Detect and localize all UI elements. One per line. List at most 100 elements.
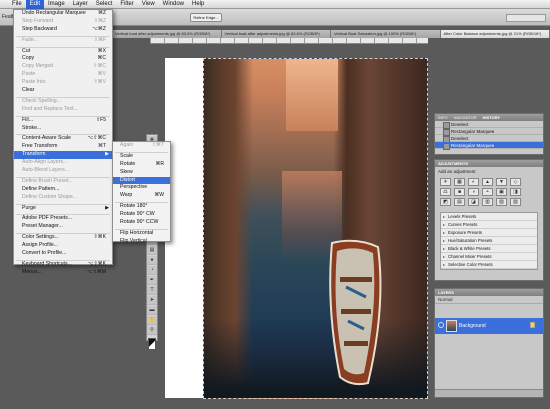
edit-menu-item-assign-profile[interactable]: Assign Profile... <box>14 242 112 250</box>
adjustment-icon[interactable]: ▤ <box>454 198 465 206</box>
adjustment-icon[interactable]: ◑ <box>468 188 479 196</box>
menu-view[interactable]: View <box>138 0 159 9</box>
adjustment-icon[interactable]: ▦ <box>454 178 465 186</box>
layer-name: Background <box>459 323 486 329</box>
adjustment-icon[interactable]: ◐ <box>468 178 479 186</box>
tab-history[interactable]: HISTORY <box>482 114 500 121</box>
menu-file[interactable]: File <box>8 0 26 9</box>
edit-menu-item-color-settings[interactable]: Color Settings... ⇧⌘K <box>14 234 112 242</box>
transform-item-rotate-90-cw[interactable]: Rotate 90° CW <box>113 211 170 219</box>
preset-levels-presets[interactable]: Levels Presets <box>441 213 537 221</box>
edit-menu-item-define-pattern[interactable]: Define Pattern... <box>14 186 112 194</box>
tab-info[interactable]: INFO <box>438 114 448 121</box>
transform-item-warp[interactable]: Warp ⌘W <box>113 192 170 200</box>
menu-window[interactable]: Window <box>159 0 188 9</box>
adjustment-icon[interactable]: ▲ <box>482 178 493 186</box>
transform-item-rotate[interactable]: Rotate ⌘R <box>113 161 170 169</box>
edit-menu-item-copy[interactable]: Copy ⌘C <box>14 55 112 63</box>
transform-item-flip-horizontal[interactable]: Flip Horizontal <box>113 230 170 238</box>
history-state[interactable]: Rectangular Marquee <box>435 142 543 150</box>
menu-item-label: Rotate <box>120 160 136 167</box>
menu-item-shortcut: ⇧⌘K <box>93 234 106 241</box>
edit-menu-item-menus[interactable]: Menus... ⌥⇧⌘M <box>14 269 112 277</box>
blur-tool-icon[interactable]: ● <box>147 256 157 265</box>
edit-menu-item-stroke[interactable]: Stroke... <box>14 125 112 133</box>
adjustment-icon[interactable]: ▧ <box>496 198 507 206</box>
document-tab[interactable]: After Color Balance adjustments.jpg @ 21… <box>440 30 550 38</box>
adjustment-icon[interactable]: ▨ <box>510 198 521 206</box>
edit-menu-item-cut[interactable]: Cut ⌘X <box>14 48 112 56</box>
color-swatches[interactable] <box>148 338 156 350</box>
layer-row[interactable]: Background <box>435 318 543 334</box>
edit-menu-item-convert-to-profile[interactable]: Convert to Profile... <box>14 250 112 258</box>
hand-tool-icon[interactable]: ✋ <box>147 316 157 325</box>
history-state[interactable]: Rectangular Marquee <box>435 128 543 136</box>
adjustment-icon[interactable]: ◓ <box>482 188 493 196</box>
eye-icon[interactable] <box>438 322 444 328</box>
preset-hue-saturation-presets[interactable]: Hue/Saturation Presets <box>441 237 537 245</box>
adjustment-icon[interactable]: ◨ <box>510 188 521 196</box>
gradient-tool-icon[interactable]: ▤ <box>147 246 157 255</box>
adjustment-icon[interactable]: ⚖ <box>440 188 451 196</box>
document-tab[interactable]: Vertical boat after adjustments.jpg @ 83… <box>221 30 331 38</box>
preset-curves-presets[interactable]: Curves Presets <box>441 221 537 229</box>
edit-menu-item-keyboard-shortcuts[interactable]: Keyboard Shortcuts... ⌥⇧⌘K <box>14 261 112 269</box>
zoom-tool-icon[interactable]: ⚲ <box>147 326 157 335</box>
adjustment-icon[interactable]: ◩ <box>440 198 451 206</box>
menu-item-label: Flip Horizontal <box>120 229 154 236</box>
menu-edit[interactable]: Edit <box>25 0 45 9</box>
preset-black-white-presets[interactable]: Black & White Presets <box>441 245 537 253</box>
preset-channel-mixer-presets[interactable]: Channel Mixer Presets <box>441 253 537 261</box>
document-tab[interactable]: Vertical boat after adjustments.jpg @ 83… <box>112 30 222 38</box>
dodge-tool-icon[interactable]: ◔ <box>147 266 157 275</box>
shape-tool-icon[interactable]: ▬ <box>147 306 157 315</box>
menu-layer[interactable]: Layer <box>69 0 92 9</box>
transform-item-distort[interactable]: Distort <box>113 176 170 185</box>
type-tool-icon[interactable]: T <box>147 286 157 295</box>
pen-tool-icon[interactable]: ✒ <box>147 276 157 285</box>
path-select-tool-icon[interactable]: ➤ <box>147 296 157 305</box>
edit-menu-item-content-aware-scale[interactable]: Content-Aware Scale ⌥⇧⌘C <box>14 135 112 143</box>
add-adjustment-label: Add an adjustment <box>438 169 476 174</box>
edit-menu-item-clear[interactable]: Clear <box>14 87 112 95</box>
edit-menu-item-adobe-pdf-presets[interactable]: Adobe PDF Presets... <box>14 215 112 223</box>
tab-navigator[interactable]: NAVIGATOR <box>454 114 477 121</box>
edit-menu-item-fill[interactable]: Fill... ⇧F5 <box>14 117 112 125</box>
preset-exposure-presets[interactable]: Exposure Presets <box>441 229 537 237</box>
refine-edge-button[interactable]: Refine Edge... <box>190 13 222 22</box>
menu-image[interactable]: Image <box>44 0 69 9</box>
transform-item-rotate-90-ccw[interactable]: Rotate 90° CCW <box>113 219 170 227</box>
history-state[interactable]: Deselect <box>435 135 543 143</box>
edit-menu-item-transform[interactable]: Transform ▶ <box>14 151 112 160</box>
adjustment-icon[interactable]: ▣ <box>496 188 507 196</box>
edit-menu-item-step-backward[interactable]: Step Backward ⌥⌘Z <box>14 26 112 34</box>
menu-item-label: Auto-Blend Layers... <box>22 167 70 174</box>
transform-item-flip-vertical[interactable]: Flip Vertical <box>113 238 170 246</box>
transform-item-skew[interactable]: Skew <box>113 169 170 177</box>
document-tab[interactable]: Vertical Boat Saturation.jpg @ 100% (RGB… <box>331 30 441 38</box>
adjustment-icon[interactable]: ◪ <box>468 198 479 206</box>
menu-help[interactable]: Help <box>188 0 208 9</box>
preset-selective-color-presets[interactable]: Selective Color Presets <box>441 261 537 269</box>
edit-menu-item-preset-manager[interactable]: Preset Manager... <box>14 223 112 231</box>
transform-item-scale[interactable]: Scale <box>113 153 170 161</box>
adjustment-icon[interactable]: ▼ <box>496 178 507 186</box>
photo-boat <box>329 239 382 386</box>
edit-menu-item-purge[interactable]: Purge ▶ <box>14 205 112 213</box>
blend-mode-select[interactable]: Normal <box>435 296 543 304</box>
adjustment-icon[interactable]: ☀ <box>440 178 451 186</box>
document-image[interactable] <box>203 58 428 399</box>
adjustment-icon[interactable]: ▥ <box>482 198 493 206</box>
adjustment-icon[interactable]: ■ <box>454 188 465 196</box>
transform-item-perspective[interactable]: Perspective <box>113 184 170 192</box>
history-state[interactable]: Deselect <box>435 121 543 129</box>
menu-filter[interactable]: Filter <box>116 0 137 9</box>
adjustment-icon[interactable]: ◇ <box>510 178 521 186</box>
edit-menu-item-free-transform[interactable]: Free Transform ⌘T <box>14 143 112 151</box>
edit-menu-item-check-spelling: Check Spelling... <box>14 98 112 106</box>
menu-select[interactable]: Select <box>92 0 117 9</box>
workspace-switcher[interactable] <box>506 14 546 22</box>
transform-item-rotate-180[interactable]: Rotate 180° <box>113 203 170 211</box>
edit-menu-item-undo-rectangular-marquee[interactable]: Undo Rectangular Marquee ⌘Z <box>14 10 112 18</box>
menu-item-label: Auto-Align Layers... <box>22 159 68 166</box>
